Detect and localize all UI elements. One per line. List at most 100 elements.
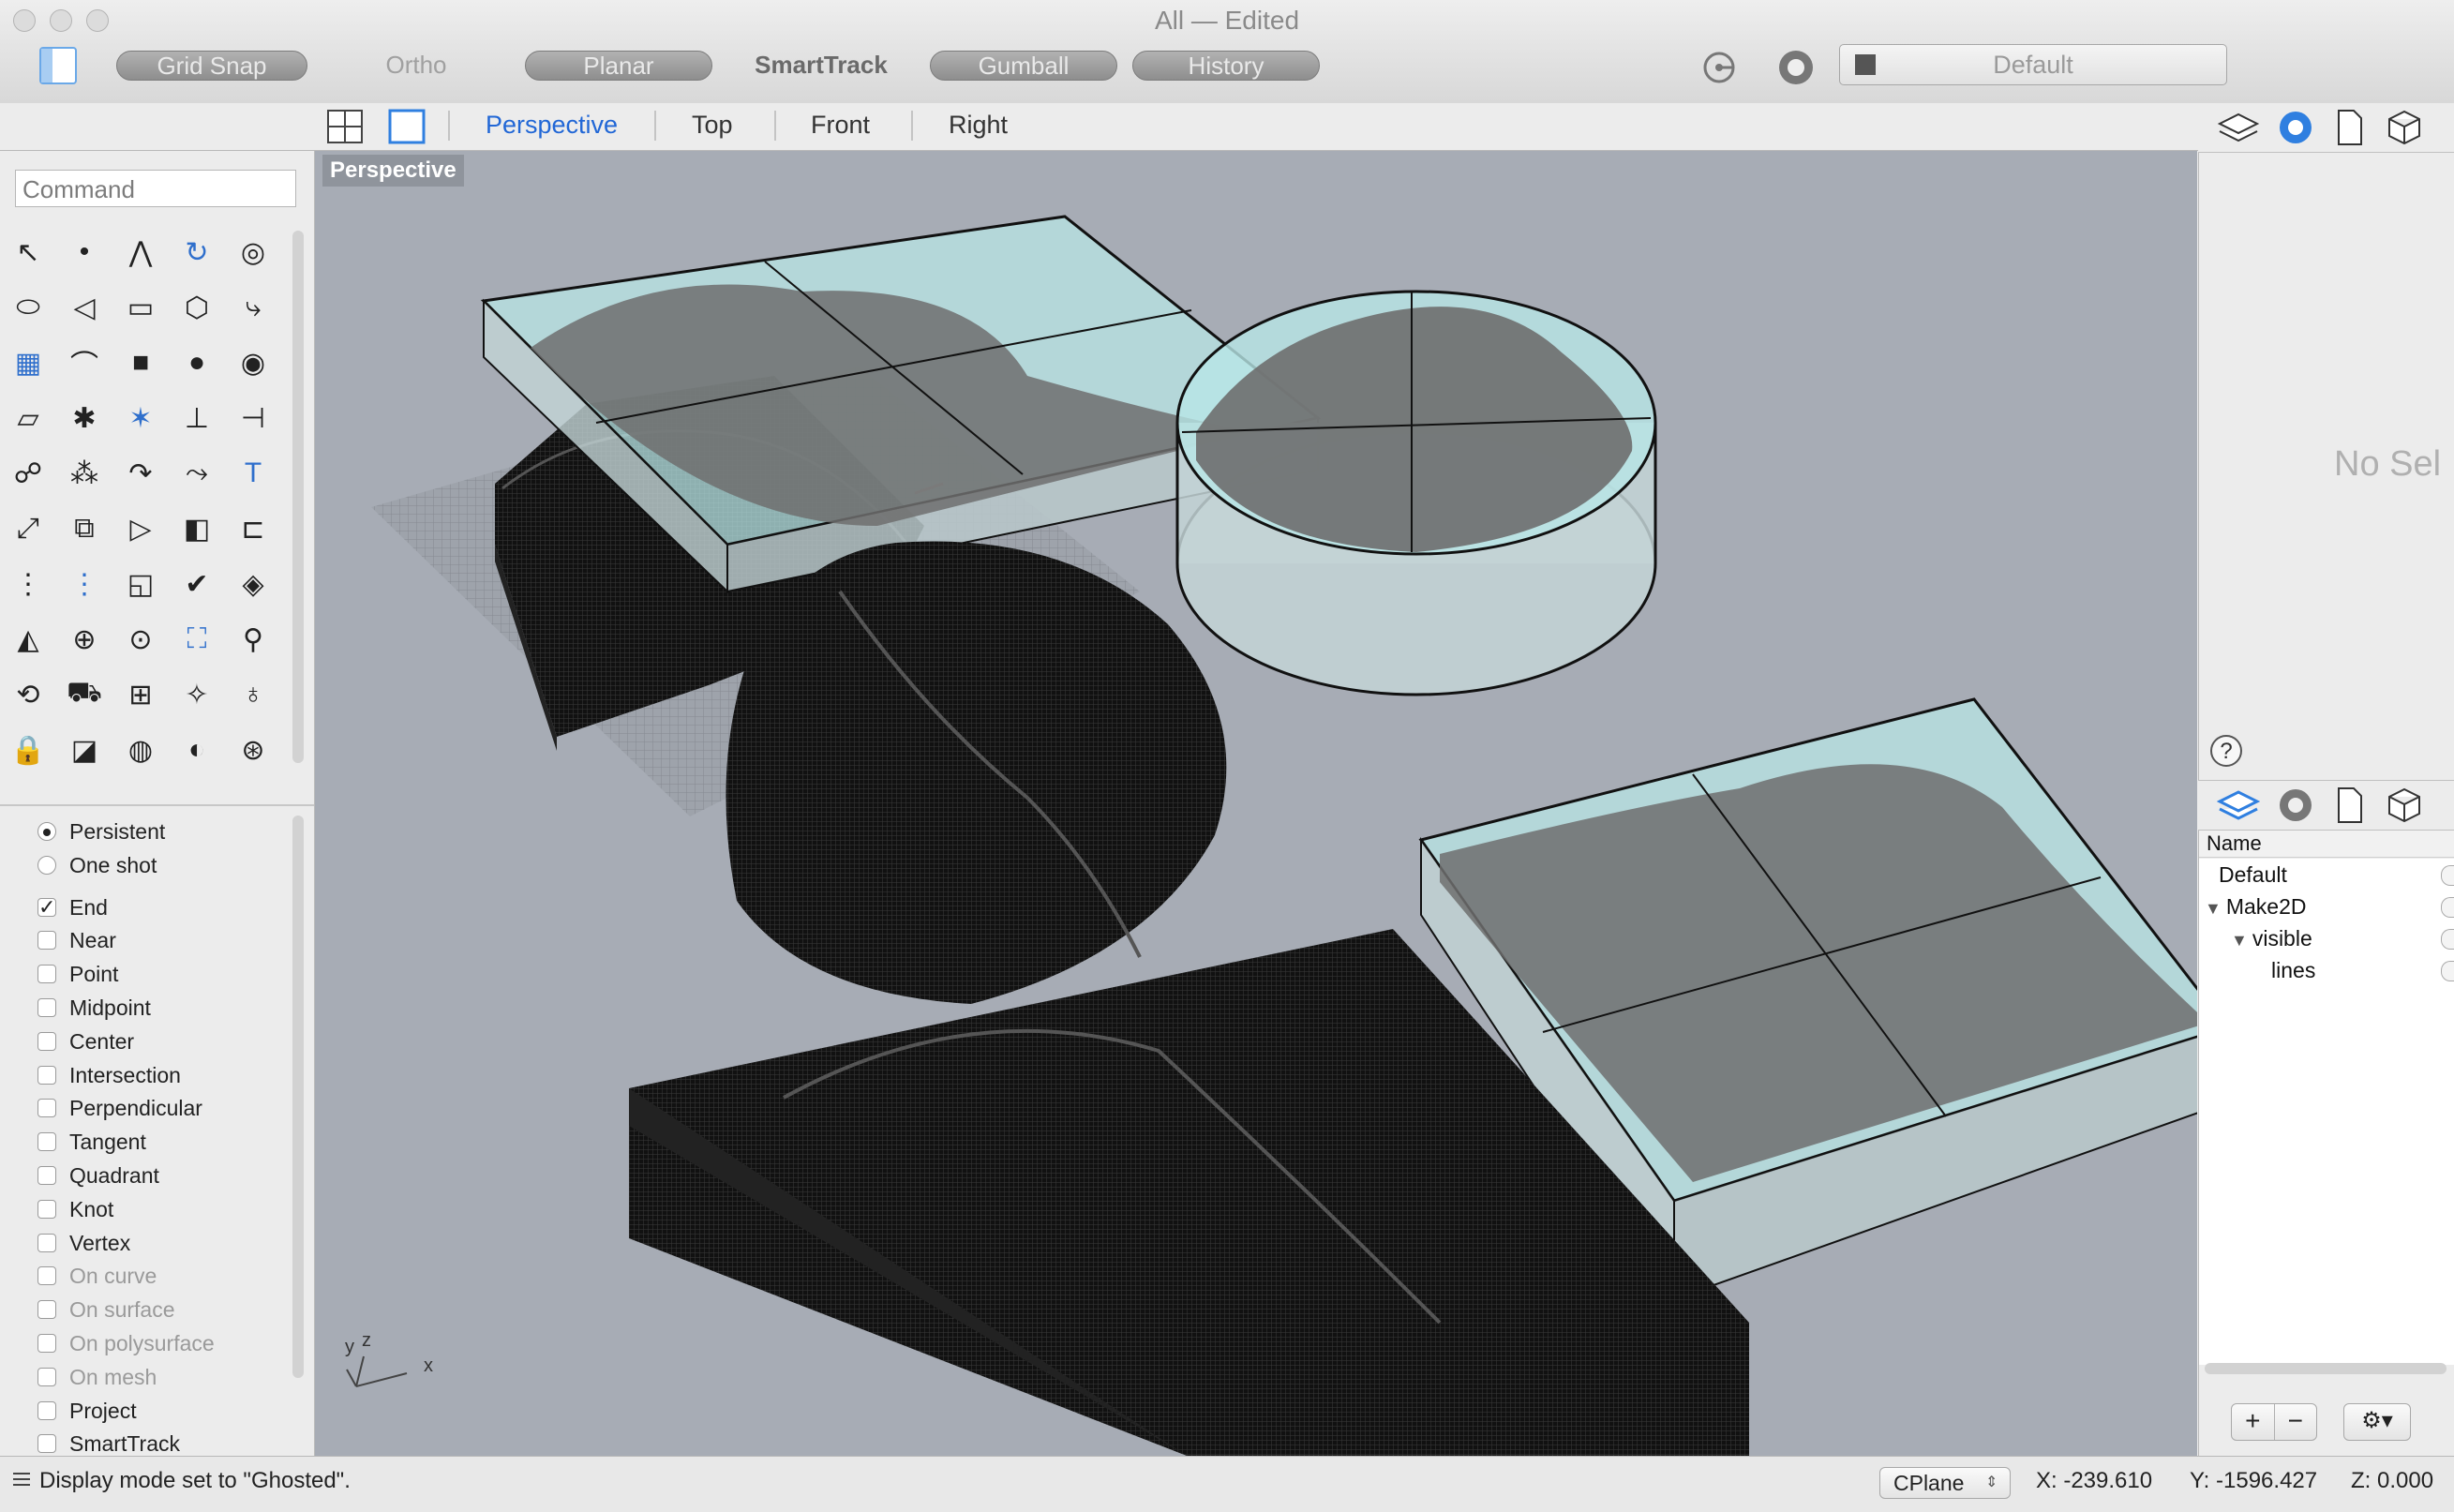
checkbox[interactable] <box>37 1099 56 1118</box>
checkbox[interactable]: ✓ <box>37 896 56 917</box>
osnap-on-surface[interactable]: On surface <box>37 1294 175 1325</box>
cylinder-icon[interactable]: ◉ <box>231 340 276 385</box>
tab-top[interactable]: Top <box>692 111 733 140</box>
fillet-icon[interactable]: ⤷ <box>231 285 276 330</box>
materials-panel-icon[interactable] <box>2277 786 2314 824</box>
history-toggle[interactable]: History <box>1132 51 1320 81</box>
layers-panel-icon[interactable] <box>2217 788 2260 822</box>
checkbox[interactable] <box>37 1266 56 1286</box>
move-icon[interactable]: ⤢ <box>6 506 51 551</box>
smarttrack-toggle[interactable]: SmartTrack <box>733 51 909 79</box>
checkbox[interactable] <box>37 1065 56 1085</box>
zoom-extents-icon[interactable]: ⛶ <box>174 617 219 662</box>
layer-icon[interactable]: ⋮ <box>62 561 107 606</box>
command-history-button[interactable] <box>11 1470 32 1489</box>
sweep-icon[interactable]: ⌒ <box>62 340 107 385</box>
notes-panel-icon[interactable] <box>2335 786 2365 824</box>
checkbox[interactable] <box>37 1334 56 1353</box>
layer-row-visible[interactable]: ▼ visible <box>2231 922 2312 954</box>
single-view-button[interactable] <box>388 109 426 144</box>
layer-row-default[interactable]: Default <box>2205 859 2287 891</box>
checkbox[interactable] <box>37 1132 56 1152</box>
remove-layer-button[interactable]: − <box>2275 1404 2317 1440</box>
rotate-view-icon[interactable]: ⟲ <box>6 672 51 717</box>
mesh-icon[interactable]: ⊞ <box>118 672 163 717</box>
circle-icon[interactable]: ◎ <box>231 230 276 275</box>
layer-row-lines[interactable]: lines <box>2257 954 2315 986</box>
record-history-button[interactable] <box>1702 51 1736 84</box>
checkbox[interactable] <box>37 1400 56 1420</box>
box-icon[interactable]: ■ <box>118 340 163 385</box>
layers-book-icon[interactable]: ◪ <box>62 727 107 772</box>
tab-perspective[interactable]: Perspective <box>486 111 618 140</box>
arc-icon[interactable]: ◁ <box>62 285 107 330</box>
checkbox[interactable] <box>37 998 56 1017</box>
osnap-scrollbar[interactable] <box>292 816 304 1378</box>
ortho-toggle[interactable]: Ortho <box>351 51 482 79</box>
osnap-knot[interactable]: Knot <box>37 1193 113 1225</box>
lock-icon[interactable]: 🔒 <box>6 727 51 772</box>
checkbox[interactable] <box>37 1166 56 1185</box>
osnap-near[interactable]: Near <box>37 924 116 956</box>
car-icon[interactable]: ⛟ <box>62 672 107 717</box>
globe-grid-icon[interactable]: ⊛ <box>231 727 276 772</box>
curve-icon[interactable]: ↻ <box>174 230 219 275</box>
osnap-vertex[interactable]: Vertex <box>37 1227 130 1259</box>
blend-icon[interactable]: ⤳ <box>174 451 219 496</box>
group-icon[interactable]: ⁂ <box>62 451 107 496</box>
add-layer-button[interactable]: + <box>2232 1404 2275 1440</box>
osnap-persistent[interactable]: Persistent <box>37 816 165 847</box>
color-wheel-icon[interactable]: ◍ <box>118 727 163 772</box>
surface-edit-icon[interactable]: ◱ <box>118 561 163 606</box>
checkbox[interactable] <box>37 1199 56 1219</box>
help-icon[interactable]: ? <box>2210 735 2242 767</box>
osnap-tangent[interactable]: Tangent <box>37 1126 146 1158</box>
rectangle-icon[interactable]: ▭ <box>118 285 163 330</box>
layers-h-scrollbar[interactable] <box>2205 1363 2447 1374</box>
checkbox[interactable] <box>37 1300 56 1320</box>
properties-icon[interactable]: ✧ <box>174 672 219 717</box>
trim-icon[interactable]: ⊥ <box>174 396 219 441</box>
layers-tab-icon[interactable] <box>2217 111 2260 144</box>
osnap-one-shot[interactable]: One shot <box>37 849 157 881</box>
checkbox[interactable] <box>37 1031 56 1051</box>
orient-icon[interactable]: ▷ <box>118 506 163 551</box>
osnap-on-polysurface[interactable]: On polysurface <box>37 1327 215 1359</box>
solid-edit-icon[interactable]: ◧ <box>174 506 219 551</box>
tab-front[interactable]: Front <box>811 111 870 140</box>
planar-toggle[interactable]: Planar <box>525 51 712 81</box>
layer-visibility-toggle[interactable] <box>2441 865 2454 886</box>
osnap-quadrant[interactable]: Quadrant <box>37 1160 159 1191</box>
light-icon[interactable]: ♁ <box>231 672 276 717</box>
osnap-midpoint[interactable]: Midpoint <box>37 992 151 1024</box>
check-icon[interactable]: ✔ <box>174 561 219 606</box>
sphere-icon[interactable]: ● <box>174 340 219 385</box>
radio-button[interactable] <box>37 822 56 841</box>
sphere-shade-icon[interactable]: ◐ <box>174 727 219 772</box>
tab-right[interactable]: Right <box>949 111 1008 140</box>
osnap-on-curve[interactable]: On curve <box>37 1260 157 1292</box>
disclosure-triangle-icon[interactable]: ▼ <box>2231 931 2252 950</box>
gear-puzzle-icon[interactable]: ✱ <box>62 396 107 441</box>
perspective-viewport[interactable]: Perspective x y z <box>315 151 2197 1456</box>
object-tab-icon[interactable] <box>2386 109 2423 146</box>
properties-tab-icon[interactable] <box>2277 109 2314 146</box>
select-arrow-icon[interactable]: ↖ <box>6 230 51 275</box>
point-icon[interactable]: • <box>62 230 107 275</box>
checkbox[interactable] <box>37 1233 56 1252</box>
layer-row-make2d[interactable]: ▼ Make2D <box>2205 891 2306 922</box>
surface-icon[interactable]: ▦ <box>6 340 51 385</box>
osnap-end[interactable]: ✓ End <box>37 891 108 923</box>
radio-button[interactable] <box>37 855 56 875</box>
rotate-icon[interactable]: ↷ <box>118 451 163 496</box>
polyline-icon[interactable]: ⋀ <box>118 230 163 275</box>
checkbox[interactable] <box>37 1434 56 1454</box>
document-tab-icon[interactable] <box>2335 109 2365 146</box>
layer-visibility-toggle[interactable] <box>2441 961 2454 981</box>
analyze-icon[interactable]: ◈ <box>231 561 276 606</box>
checkbox[interactable] <box>37 965 56 984</box>
text-icon[interactable]: T <box>231 451 276 496</box>
cplane-selector[interactable]: CPlane ⇕ <box>1879 1467 2011 1499</box>
blocks-panel-icon[interactable] <box>2386 786 2423 824</box>
disclosure-triangle-icon[interactable]: ▼ <box>2205 899 2226 918</box>
